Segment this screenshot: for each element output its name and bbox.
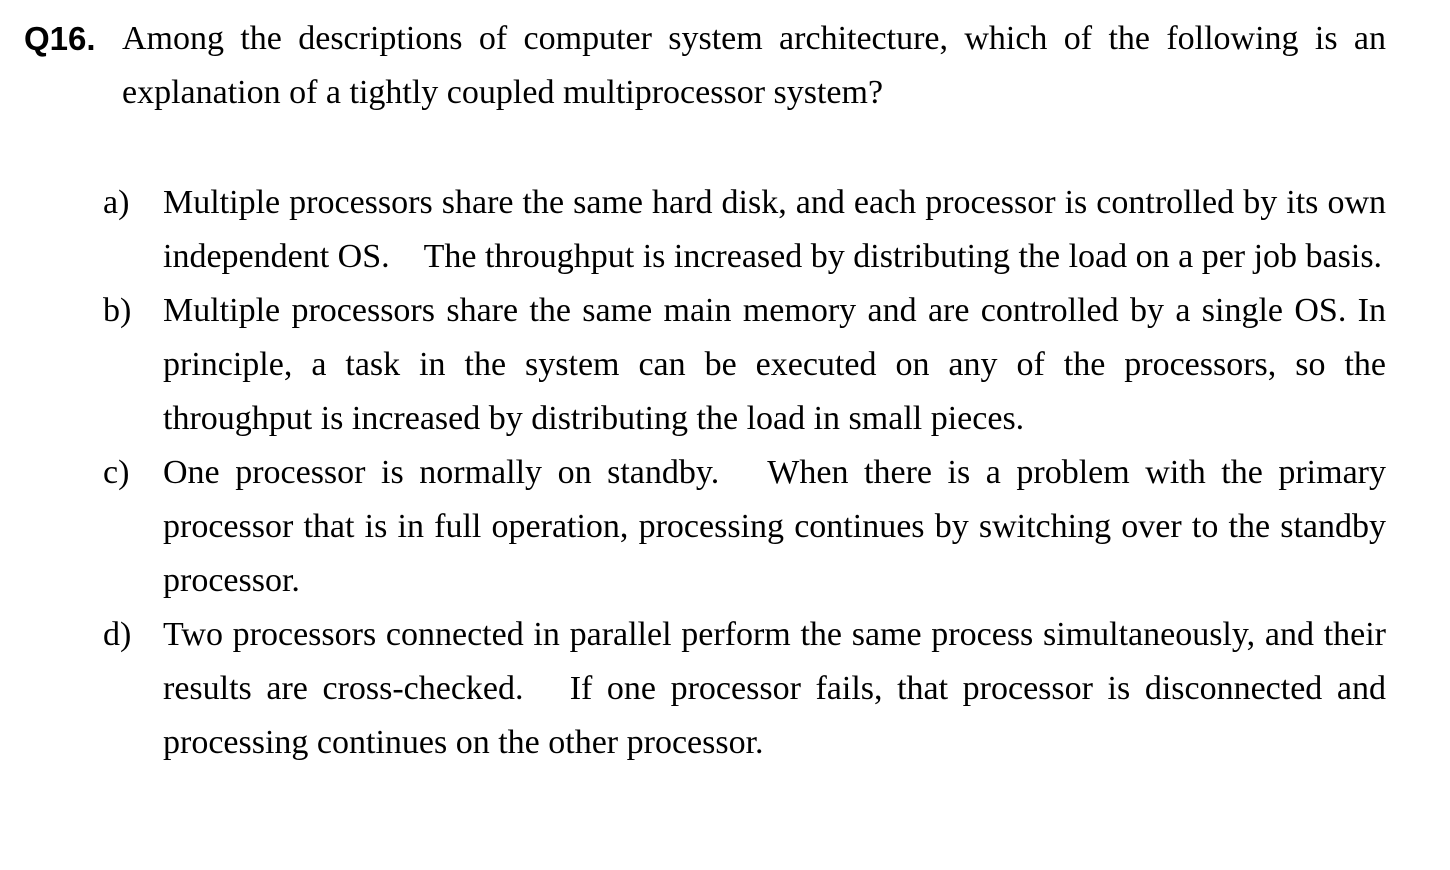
option-a: a) Multiple processors share the same ha… [103,176,1386,284]
option-letter: b) [103,292,132,329]
option-b: b) Multiple processors share the same ma… [103,284,1386,446]
option-letter: d) [103,616,132,653]
question-block: Q16. Among the descriptions of computer … [24,12,1386,120]
question-text: Among the descriptions of computer syste… [122,20,1386,111]
option-text: Two processors connected in parallel per… [163,616,1395,761]
answer-options: a) Multiple processors share the same ha… [103,176,1386,770]
option-text: One processor is normally on standby. Wh… [163,454,1395,599]
option-c: c) One processor is normally on standby.… [103,446,1386,608]
option-text: Multiple processors share the same hard … [163,184,1395,275]
option-text: Multiple processors share the same main … [163,292,1395,437]
option-letter: c) [103,454,130,491]
exam-page: Q16. Among the descriptions of computer … [0,0,1450,870]
option-letter: a) [103,184,130,221]
option-d: d) Two processors connected in parallel … [103,608,1386,770]
question-number: Q16. [24,20,96,57]
